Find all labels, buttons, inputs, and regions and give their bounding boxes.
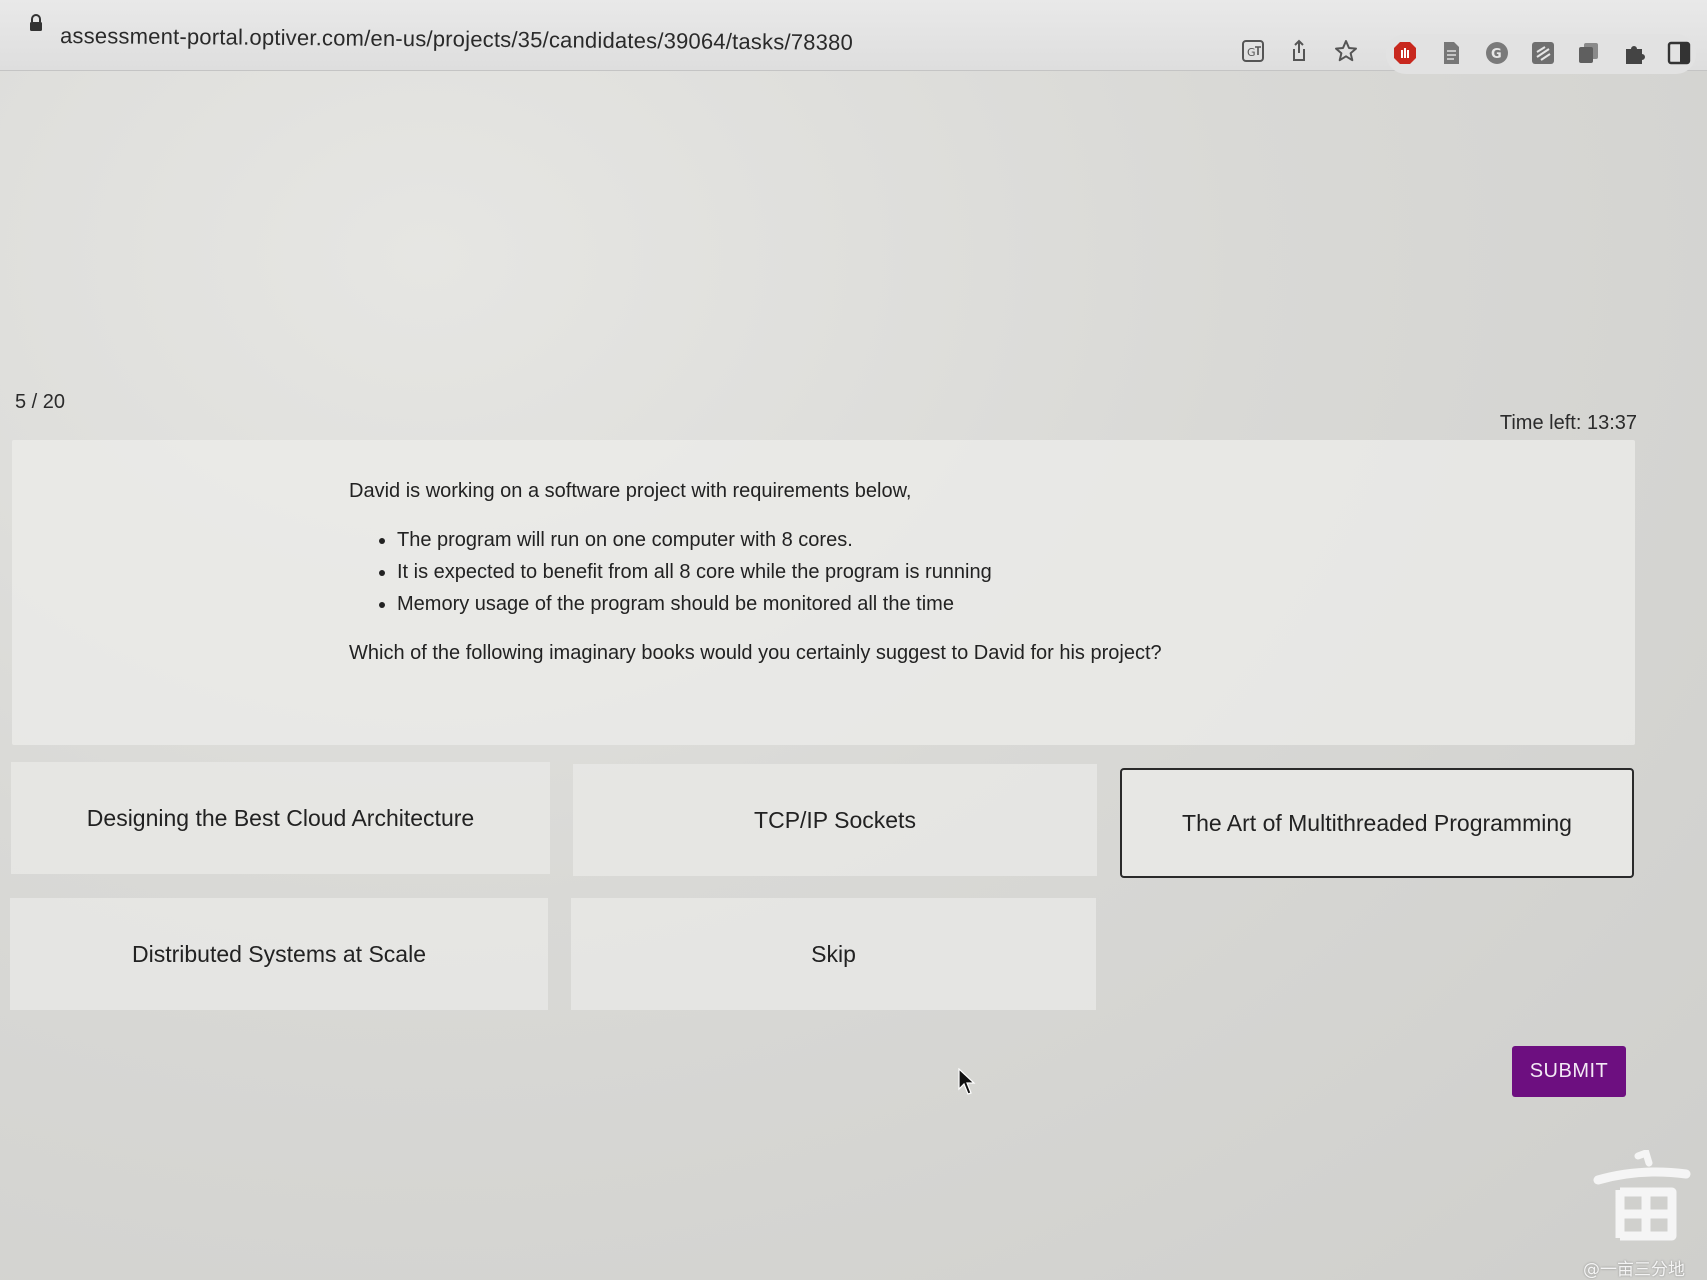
option-label: Distributed Systems at Scale [131, 940, 426, 967]
address-bar-url[interactable]: assessment-portal.optiver.com/en-us/proj… [60, 23, 853, 56]
question-intro: David is working on a software project w… [349, 480, 912, 502]
mouse-cursor-icon [958, 1067, 976, 1096]
side-panel-icon[interactable] [1666, 40, 1692, 66]
share-icon[interactable] [1286, 38, 1312, 64]
option-multithreaded-programming[interactable]: The Art of Multithreaded Programming [1120, 768, 1634, 878]
browser-toolbar: assessment-portal.optiver.com/en-us/proj… [0, 0, 1707, 74]
option-label: TCP/IP Sockets [754, 806, 916, 833]
option-label: The Art of Multithreaded Programming [1182, 809, 1572, 836]
requirements-list: The program will run on one computer wit… [349, 526, 1349, 619]
bookmark-star-icon[interactable] [1333, 38, 1359, 64]
question-prompt: Which of the following imaginary books w… [349, 642, 1162, 664]
svg-text:G: G [1491, 47, 1502, 62]
copy-extension-icon[interactable] [1576, 40, 1602, 66]
question-card: David is working on a software project w… [12, 440, 1635, 745]
grammarly-extension-icon[interactable]: G [1484, 40, 1510, 66]
question-body: David is working on a software project w… [349, 477, 1349, 668]
time-left-timer: Time left: 13:37 [1499, 412, 1637, 434]
list-item: The program will run on one computer wit… [397, 526, 1349, 555]
list-item: Memory usage of the program should be mo… [397, 590, 1349, 619]
adblock-extension-icon[interactable] [1392, 40, 1418, 66]
watermark-text: @一亩三分地 [1583, 1260, 1685, 1280]
translate-icon[interactable]: G [1240, 38, 1266, 64]
watermark-seal-icon [1590, 1148, 1695, 1250]
document-extension-icon[interactable] [1438, 40, 1464, 66]
option-tcp-ip-sockets[interactable]: TCP/IP Sockets [573, 764, 1097, 876]
option-label: Designing the Best Cloud Architecture [86, 804, 475, 831]
list-item: It is expected to benefit from all 8 cor… [397, 558, 1349, 587]
option-cloud-architecture[interactable]: Designing the Best Cloud Architecture [11, 762, 550, 874]
svg-text:G: G [1247, 46, 1256, 59]
option-skip[interactable]: Skip [571, 898, 1096, 1010]
question-progress: 5 / 20 [15, 391, 66, 413]
extensions-puzzle-icon[interactable] [1622, 40, 1648, 66]
submit-button[interactable]: SUBMIT [1512, 1046, 1626, 1097]
notes-extension-icon[interactable] [1530, 40, 1556, 66]
lock-icon[interactable] [29, 14, 43, 32]
option-label: Skip [811, 940, 856, 967]
option-distributed-systems[interactable]: Distributed Systems at Scale [10, 898, 548, 1010]
